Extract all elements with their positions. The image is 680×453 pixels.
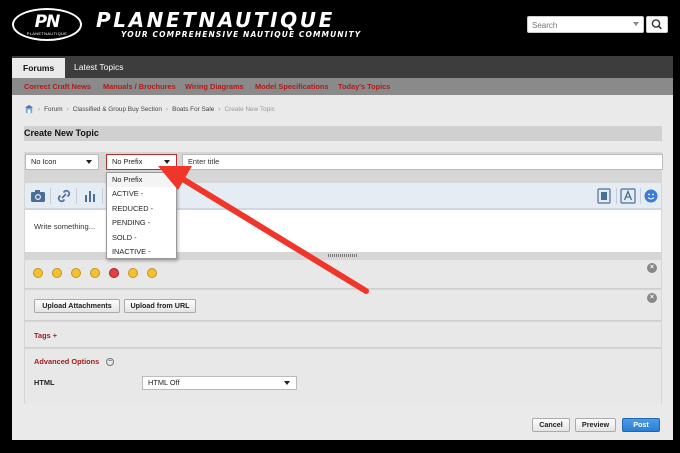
breadcrumb-separator: › — [165, 105, 169, 113]
bar-chart-icon[interactable] — [81, 187, 99, 205]
chevron-down-icon — [86, 160, 92, 164]
toolbar-separator — [50, 188, 51, 204]
tags-panel: Tags + — [25, 322, 661, 348]
html-select[interactable]: HTML Off — [142, 376, 297, 390]
upload-attachments-button[interactable]: Upload Attachments — [34, 299, 120, 313]
subnav-todays-topics[interactable]: Today's Topics — [338, 78, 390, 95]
breadcrumb-forum[interactable]: Forum — [44, 106, 62, 113]
breadcrumb-boats-for-sale[interactable]: Boats For Sale — [172, 106, 214, 113]
advanced-options-toggle[interactable]: Advanced Options — [34, 357, 99, 366]
prefix-select[interactable]: No Prefix — [106, 154, 177, 170]
html-select-value: HTML Off — [148, 378, 180, 387]
page: PN PLANETNAUTIQUE PLANETNAUTIQUE YOUR CO… — [0, 0, 680, 453]
breadcrumb: › Forum › Classified & Group Buy Section… — [25, 104, 275, 114]
site-logo[interactable]: PN PLANETNAUTIQUE — [12, 8, 82, 41]
search-icon — [651, 19, 662, 30]
tab-forums[interactable]: Forums — [12, 58, 66, 78]
logo-text: PN — [34, 11, 61, 32]
logo-subtext: PLANETNAUTIQUE — [26, 30, 68, 36]
sub-navigation: Correct Craft News Manuals / Brochures W… — [12, 78, 673, 95]
cancel-button[interactable]: Cancel — [532, 418, 570, 432]
smiley-icon[interactable] — [33, 268, 43, 278]
smiley-icon[interactable] — [71, 268, 81, 278]
toolbar-separator — [76, 188, 77, 204]
subnav-model-specifications[interactable]: Model Specifications — [255, 78, 329, 95]
breadcrumb-classified[interactable]: Classified & Group Buy Section — [73, 106, 162, 113]
smiley-icon[interactable] — [128, 268, 138, 278]
page-title-bar: Create New Topic — [24, 126, 662, 141]
breadcrumb-separator: › — [66, 105, 69, 113]
breadcrumb-separator: › — [218, 105, 221, 113]
search-scope-dropdown-icon[interactable] — [633, 22, 639, 26]
prefix-select-value: No Prefix — [112, 157, 143, 166]
site-brand: PLANETNAUTIQUE — [96, 8, 335, 32]
breadcrumb-current: Create New Topic — [224, 105, 275, 113]
home-icon[interactable] — [25, 104, 34, 114]
collapse-icon[interactable]: − — [106, 358, 114, 366]
angry-smiley-icon[interactable] — [109, 268, 119, 278]
tags-toggle[interactable]: Tags + — [34, 331, 57, 340]
subnav-correct-craft-news[interactable]: Correct Craft News — [24, 78, 91, 95]
top-tabs: Forums Latest Topics — [12, 56, 673, 78]
icon-select-value: No Icon — [31, 157, 57, 166]
toolbar-separator — [102, 188, 103, 204]
post-button[interactable]: Post — [622, 418, 660, 432]
title-input-placeholder: Enter title — [188, 157, 220, 166]
subnav-manuals-brochures[interactable]: Manuals / Brochures — [103, 78, 176, 95]
smilies-bar: × — [25, 260, 661, 289]
page-title: Create New Topic — [24, 128, 99, 138]
prefix-option-no-prefix[interactable]: No Prefix — [107, 173, 176, 188]
prefix-option-reduced[interactable]: REDUCED - — [107, 202, 176, 216]
search-button[interactable] — [646, 16, 668, 33]
advanced-options-panel: Advanced Options − HTML HTML Off — [25, 349, 661, 404]
subnav-wiring-diagrams[interactable]: Wiring Diagrams — [185, 78, 244, 95]
link-icon[interactable] — [55, 187, 73, 205]
search-input[interactable] — [532, 19, 630, 31]
close-icon[interactable]: × — [647, 293, 657, 303]
font-icon[interactable] — [619, 187, 637, 205]
smiley-icon[interactable] — [642, 187, 660, 205]
site-header: PN PLANETNAUTIQUE PLANETNAUTIQUE YOUR CO… — [0, 0, 680, 48]
html-label: HTML — [34, 378, 55, 387]
editor-placeholder: Write something... — [34, 222, 96, 231]
smiley-icon[interactable] — [147, 268, 157, 278]
breadcrumb-separator: › — [38, 105, 41, 113]
prefix-dropdown-menu: No Prefix ACTIVE - REDUCED - PENDING - S… — [106, 172, 177, 259]
resize-grip — [328, 254, 358, 257]
toolbar-separator — [616, 188, 617, 204]
tab-latest-topics[interactable]: Latest Topics — [63, 56, 134, 78]
search-box — [527, 16, 644, 33]
preview-button[interactable]: Preview — [575, 418, 616, 432]
smiley-icon[interactable] — [90, 268, 100, 278]
prefix-option-sold[interactable]: SOLD - — [107, 231, 176, 245]
camera-icon[interactable] — [29, 187, 47, 205]
chevron-down-icon — [284, 381, 290, 385]
attachments-panel: Upload Attachments Upload from URL × — [25, 290, 661, 321]
prefix-option-pending[interactable]: PENDING - — [107, 216, 176, 230]
clipboard-icon[interactable] — [595, 187, 613, 205]
prefix-option-inactive[interactable]: INACTIVE - — [107, 245, 176, 259]
close-icon[interactable]: × — [647, 263, 657, 273]
icon-select[interactable]: No Icon — [25, 154, 99, 170]
upload-from-url-button[interactable]: Upload from URL — [124, 299, 196, 313]
form-actions: Cancel Preview Post — [24, 412, 662, 434]
prefix-option-active[interactable]: ACTIVE - — [107, 187, 176, 201]
smiley-icon[interactable] — [52, 268, 62, 278]
toolbar-separator — [640, 188, 641, 204]
chevron-down-icon — [164, 160, 170, 164]
site-tagline: YOUR COMPREHENSIVE NAUTIQUE COMMUNITY — [121, 30, 362, 39]
title-input[interactable]: Enter title — [182, 154, 663, 170]
